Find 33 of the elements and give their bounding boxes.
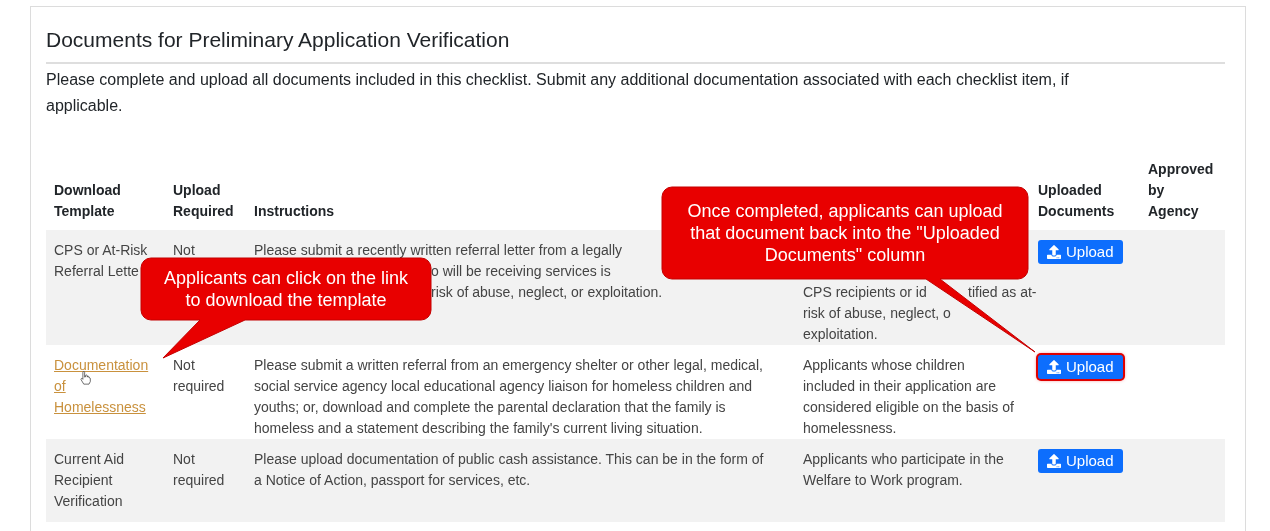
template-name: Referral Lette (54, 262, 140, 281)
who-text: CPS recipients or id (803, 284, 927, 300)
who-text: tified as at- (968, 283, 1037, 302)
column-header: Uploaded Documents (1038, 182, 1115, 219)
hand-cursor-icon (80, 371, 91, 385)
callout-text: Once completed, applicants can upload that document back into the "Uploaded Documents" column (686, 200, 1004, 266)
instructions-text: Please upload documentation of public cash assistance. This can be in the form of a Notice of Action, passport for services, etc. (254, 450, 765, 490)
column-header: Upload Required (173, 182, 234, 219)
upload-button[interactable]: Upload (1038, 355, 1123, 379)
instructions-text: Please submit a recently written referral letter from a legally (254, 241, 623, 260)
who-text: Applicants who participate in the Welfare to Work program. (803, 450, 1005, 490)
required-status: Not required (173, 450, 226, 490)
template-link[interactable]: Documentation of Homelessness (54, 355, 157, 418)
who-text: exploitation. (803, 325, 878, 344)
who-text: risk of abuse, neglect, o (803, 304, 951, 323)
intro-text: Please complete and upload all documents included in this checklist. Submit any additional documentation associated with each checklist item, if applicable. (46, 70, 1070, 116)
required-status: Not required (173, 356, 226, 396)
upload-icon (1047, 245, 1061, 259)
upload-icon (1047, 360, 1061, 374)
upload-button[interactable]: Upload (1038, 240, 1123, 264)
template-name: CPS or At-Risk (54, 241, 149, 260)
instructions-text: Please submit a written referral from an emergency shelter or other legal, medical, social service agency local educational agency liaison for homeless children and youths; or, download and complete the parental declaration that the family is homeless and a statement describing the family's current living situation. (254, 356, 764, 438)
who-text: Applicants whose children included in their application are considered eligible on the basis of homelessness. (803, 356, 1014, 438)
page-title: Documents for Preliminary Application Verification (46, 27, 511, 53)
column-header: Download Template (54, 182, 121, 219)
template-name: Current Aid Recipient Verification (54, 450, 126, 511)
callout-text: Applicants can click on the link to download the template (162, 267, 410, 311)
upload-icon (1047, 454, 1061, 468)
required-status: Not (173, 241, 196, 260)
instructions-text: risk of abuse, neglect, or exploitation. (431, 283, 663, 302)
upload-button[interactable]: Upload (1038, 449, 1123, 473)
column-header: Instructions (254, 203, 335, 219)
column-header: Approved by Agency (1148, 161, 1214, 219)
